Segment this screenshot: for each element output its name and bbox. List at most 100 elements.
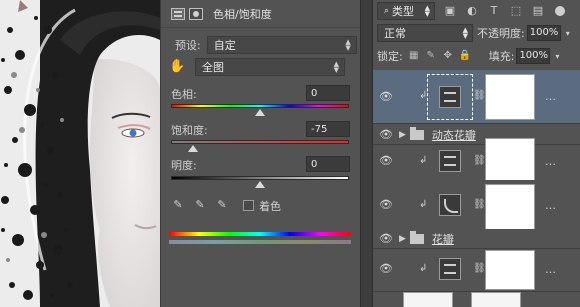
visibility-eye-icon[interactable]: 👁 bbox=[379, 129, 393, 140]
hue-field[interactable] bbox=[306, 85, 350, 101]
group-1-name: 动态花瓣 bbox=[431, 128, 476, 142]
expand-triangle-icon[interactable]: ▶ bbox=[399, 130, 406, 140]
dropdown-arrow-icon: ▲ ▼ bbox=[424, 4, 430, 18]
lightness-field[interactable] bbox=[306, 156, 350, 172]
fill-field[interactable]: 100% ▾ bbox=[516, 48, 559, 64]
colorize-label: 着色 bbox=[259, 200, 281, 213]
layer-more-icon[interactable]: … bbox=[545, 263, 556, 276]
link-chain-icon[interactable]: ⛓ bbox=[473, 155, 486, 166]
visibility-eye-icon[interactable]: 👁 bbox=[379, 199, 393, 210]
layer-more-icon[interactable]: … bbox=[545, 90, 556, 103]
layer-mask-thumbnail[interactable] bbox=[485, 184, 535, 230]
clipping-arrow-icon: ↲ bbox=[419, 199, 428, 210]
output-color-bar bbox=[169, 240, 351, 244]
artwork-image bbox=[0, 0, 160, 307]
fill-label: 填充: bbox=[488, 50, 515, 63]
hue-saturation-thumb-icon[interactable] bbox=[439, 86, 461, 108]
eyedropper-plus-icon[interactable]: ✎ bbox=[193, 198, 207, 212]
layer-row-3[interactable]: 👁 ↲ ⛓ … bbox=[373, 180, 580, 234]
layer-mask-thumbnail-partial[interactable] bbox=[471, 292, 521, 307]
blend-mode-value: 正常 bbox=[384, 27, 406, 40]
link-chain-icon[interactable]: ⛓ bbox=[473, 199, 486, 210]
input-color-bar bbox=[169, 232, 351, 236]
hue-saturation-icon[interactable] bbox=[171, 7, 185, 20]
folder-icon bbox=[409, 126, 424, 140]
hue-saturation-thumb-icon[interactable] bbox=[439, 258, 461, 280]
fill-arrow-icon[interactable]: ▾ bbox=[555, 50, 559, 64]
group-row-2[interactable]: 👁 ▶ 花瓣 bbox=[373, 229, 580, 249]
group-2-name: 花瓣 bbox=[431, 232, 454, 246]
lock-label: 锁定: bbox=[377, 50, 403, 63]
preset-label: 预设: bbox=[175, 39, 201, 52]
layer-more-icon[interactable]: … bbox=[545, 155, 556, 168]
properties-title: 色相/饱和度 bbox=[213, 7, 272, 21]
dropdown-arrow-icon: ▲ ▼ bbox=[345, 38, 351, 52]
type-filter-icon[interactable]: T bbox=[487, 4, 501, 18]
saturation-label: 饱和度: bbox=[171, 124, 208, 137]
lock-image-icon[interactable]: ✎ bbox=[425, 50, 437, 62]
properties-panel: 色相/饱和度 预设: 自定 ▲▼ ✋ 全图 ▲▼ 色相: 饱和度: 明度: ✎ … bbox=[160, 0, 360, 307]
adjustment-filter-icon[interactable]: ◐ bbox=[465, 4, 479, 18]
dropdown-arrow-icon: ▲ ▼ bbox=[333, 60, 339, 74]
mask-icon[interactable] bbox=[189, 7, 203, 20]
preset-dropdown[interactable]: 自定 ▲ ▼ bbox=[206, 36, 357, 54]
lock-all-icon[interactable]: 🔒 bbox=[459, 50, 471, 62]
group-row-1[interactable]: 👁 ▶ 动态花瓣 bbox=[373, 125, 580, 145]
targeted-adjustment-hand-icon[interactable]: ✋ bbox=[169, 59, 185, 75]
kind-filter-dropdown[interactable]: ⌕ 类型 ▲ ▼ bbox=[377, 2, 435, 20]
opacity-label: 不透明度: bbox=[477, 27, 525, 40]
layer-thumbnail-partial[interactable] bbox=[403, 292, 453, 307]
expand-triangle-icon[interactable]: ▶ bbox=[399, 234, 406, 244]
opacity-arrow-icon[interactable]: ▾ bbox=[566, 27, 570, 41]
range-value: 全图 bbox=[202, 61, 224, 74]
hue-slider-track[interactable] bbox=[171, 104, 349, 108]
eyedropper-minus-icon[interactable]: ✎ bbox=[215, 198, 229, 212]
lock-row: 锁定: ▦ ✎ ✥ 🔒 填充: 100% ▾ bbox=[377, 48, 580, 64]
kind-filter-search-icon: ⌕ bbox=[384, 6, 390, 16]
lightness-slider-thumb[interactable] bbox=[255, 181, 265, 188]
layer-mask-thumbnail[interactable] bbox=[485, 250, 535, 290]
visibility-eye-icon[interactable]: 👁 bbox=[379, 91, 393, 102]
hue-slider-thumb[interactable] bbox=[255, 109, 265, 116]
link-chain-icon[interactable]: ⛓ bbox=[473, 90, 486, 101]
clipping-arrow-icon: ↲ bbox=[419, 263, 428, 274]
layers-panel: ⌕ 类型 ▲ ▼ ▣ ◐ T ⬚ ▤ 正常 ▲ ▼ 不透明度: 100% ▾ 锁定:… bbox=[372, 0, 580, 307]
lock-position-icon[interactable]: ✥ bbox=[442, 50, 454, 62]
fill-value: 100% bbox=[519, 50, 549, 61]
shape-filter-icon[interactable]: ⬚ bbox=[509, 4, 523, 18]
hue-label: 色相: bbox=[171, 88, 197, 101]
blend-row: 正常 ▲ ▼ 不透明度: 100% ▾ bbox=[377, 24, 580, 42]
hue-saturation-thumb-icon[interactable] bbox=[439, 150, 461, 172]
range-row: ✋ 全图 ▲ ▼ bbox=[161, 58, 360, 76]
layer-more-icon[interactable]: … bbox=[545, 199, 556, 212]
lock-transparency-icon[interactable]: ▦ bbox=[408, 50, 420, 62]
layer-mask-thumbnail[interactable] bbox=[485, 74, 535, 120]
kind-filter-value: 类型 bbox=[392, 5, 415, 18]
clipping-arrow-icon: ↲ bbox=[419, 155, 428, 166]
properties-header: 色相/饱和度 bbox=[161, 0, 360, 28]
layer-mask-thumbnail[interactable] bbox=[485, 138, 535, 184]
range-dropdown[interactable]: 全图 ▲ ▼ bbox=[195, 58, 345, 76]
document-canvas[interactable] bbox=[0, 0, 160, 307]
filter-toggle-icon[interactable] bbox=[555, 6, 565, 16]
eyedropper-icon[interactable]: ✎ bbox=[171, 198, 185, 212]
link-chain-icon[interactable]: ⛓ bbox=[473, 263, 486, 274]
layer-row-hue-saturation[interactable]: 👁 ↲ ⛓ … bbox=[373, 70, 580, 124]
visibility-eye-icon[interactable]: 👁 bbox=[379, 155, 393, 166]
preset-row: 预设: 自定 ▲ ▼ bbox=[161, 36, 360, 54]
lightness-slider-track[interactable] bbox=[171, 176, 349, 180]
saturation-slider-thumb[interactable] bbox=[188, 145, 198, 152]
visibility-eye-icon[interactable]: 👁 bbox=[379, 233, 393, 244]
curves-thumb-icon[interactable] bbox=[439, 194, 461, 216]
colorize-checkbox[interactable] bbox=[243, 200, 254, 211]
layers-filter-row: ⌕ 类型 ▲ ▼ ▣ ◐ T ⬚ ▤ bbox=[377, 2, 580, 20]
visibility-eye-icon[interactable]: 👁 bbox=[379, 263, 393, 274]
smart-object-filter-icon[interactable]: ▤ bbox=[531, 4, 545, 18]
folder-icon bbox=[409, 230, 424, 244]
blend-mode-dropdown[interactable]: 正常 ▲ ▼ bbox=[377, 24, 473, 42]
image-filter-icon[interactable]: ▣ bbox=[443, 4, 457, 18]
saturation-slider-track[interactable] bbox=[171, 140, 349, 144]
opacity-field[interactable]: 100% ▾ bbox=[526, 25, 570, 41]
layer-row-4[interactable]: 👁 ↲ ⛓ … bbox=[373, 250, 580, 292]
saturation-field[interactable] bbox=[306, 121, 350, 137]
